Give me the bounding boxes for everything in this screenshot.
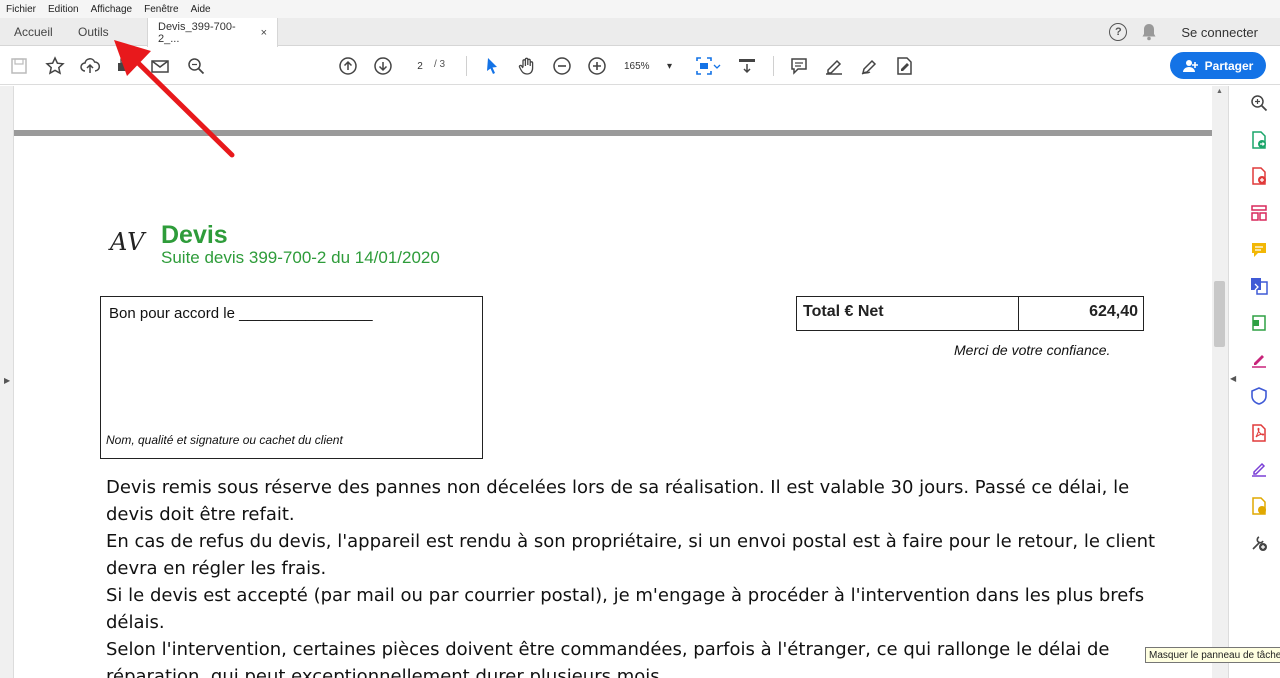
company-logo: AV [110,228,146,256]
cloud-upload-icon[interactable] [80,56,100,76]
scroll-up-icon[interactable]: ▲ [1216,88,1223,95]
select-cursor-icon[interactable] [482,56,502,76]
terms-text: Devis remis sous réserve des pannes non … [106,474,1166,678]
share-label: Partager [1204,58,1254,73]
menu-bar: Fichier Edition Affichage Fenêtre Aide [0,0,1280,18]
tab-document-label: Devis_399-700-2_... [158,20,236,45]
fit-page-icon[interactable] [694,56,722,76]
scroll-mode-icon[interactable] [737,56,757,76]
fill-sign-tool-icon[interactable] [1249,350,1269,370]
document-subtitle: Suite devis 399-700-2 du 14/01/2020 [161,248,440,267]
right-tools-panel: ◀ [1228,86,1280,678]
create-pdf-icon[interactable] [1249,166,1269,186]
organize-pages-icon[interactable] [1249,203,1269,223]
approval-label: Bon pour accord le ________________ [109,305,373,322]
tab-close-icon[interactable]: × [261,27,267,39]
toolbar: 2 / 3 165% ▾ Partager [0,47,1280,85]
zoom-select[interactable]: 165% ▾ [620,57,676,75]
terms-paragraph: En cas de refus du devis, l'appareil est… [106,531,1156,579]
page-separator [14,130,1212,136]
page-down-icon[interactable] [373,56,393,76]
comment-tool-icon[interactable] [1249,240,1269,260]
tooltip: Masquer le panneau de tâches [1145,647,1280,663]
combine-files-icon[interactable] [1249,276,1269,296]
page-total: / 3 [434,59,446,70]
zoom-in-icon[interactable] [587,56,607,76]
total-value: 624,40 [1089,303,1138,320]
highlight-pen-icon[interactable] [824,56,844,76]
email-icon[interactable] [150,56,170,76]
terms-paragraph: Selon l'intervention, certaines pièces d… [106,639,1110,678]
save-icon[interactable] [9,56,29,76]
tab-accueil[interactable]: Accueil [14,18,53,46]
tab-bar-right: ? Se connecter [1109,18,1280,46]
request-signature-icon[interactable] [1249,459,1269,479]
total-box: Total € Net 624,40 [796,296,1144,331]
terms-paragraph: Devis remis sous réserve des pannes non … [106,477,1130,525]
toolbar-divider-2 [773,56,774,76]
star-icon[interactable] [45,56,65,76]
page-up-icon[interactable] [338,56,358,76]
search-icon[interactable] [186,56,206,76]
menu-aide[interactable]: Aide [191,4,211,15]
tab-outils[interactable]: Outils [78,18,109,46]
zoom-value: 165% [624,60,650,72]
tab-bar: Accueil Outils Devis_399-700-2_... × ? S… [0,18,1280,47]
more-tools-icon[interactable] [1249,533,1269,553]
send-review-icon[interactable] [1249,496,1269,516]
hand-tool-icon[interactable] [517,56,537,76]
menu-fenetre[interactable]: Fenêtre [144,4,178,15]
acrobat-pdf-icon[interactable] [1249,423,1269,443]
bell-icon[interactable] [1141,23,1157,41]
terms-paragraph: Si le devis est accepté (par mail ou par… [106,585,1145,633]
draw-pencil-icon[interactable] [859,56,879,76]
fill-sign-icon[interactable] [894,56,914,76]
menu-edition[interactable]: Edition [48,4,79,15]
toolbar-divider [466,56,467,76]
thanks-text: Merci de votre confiance. [954,342,1111,358]
help-icon[interactable]: ? [1109,23,1128,41]
approval-box: Bon pour accord le ________________ Nom,… [100,296,483,459]
share-button[interactable]: Partager [1170,52,1266,79]
comment-icon[interactable] [789,56,809,76]
export-pdf-icon[interactable] [1249,130,1269,150]
zoom-out-icon[interactable] [552,56,572,76]
vertical-scrollbar[interactable]: ▲ [1212,86,1228,678]
approval-signature-hint: Nom, qualité et signature ou cachet du c… [106,433,343,447]
search-zoom-icon[interactable] [1249,93,1269,113]
protect-shield-icon[interactable] [1249,386,1269,406]
expand-left-icon[interactable]: ▶ [4,376,10,385]
scrollbar-thumb[interactable] [1214,281,1225,347]
chevron-down-icon: ▾ [666,60,672,72]
signin-link[interactable]: Se connecter [1181,25,1258,40]
tab-document[interactable]: Devis_399-700-2_... × [147,18,278,47]
menu-fichier[interactable]: Fichier [6,4,36,15]
collapse-right-icon[interactable]: ◀ [1230,374,1236,383]
document-title: Devis [161,221,228,249]
menu-affichage[interactable]: Affichage [91,4,133,15]
page-number-input[interactable]: 2 [407,57,433,75]
total-label: Total € Net [797,297,1019,330]
document-viewer: AV Devis Suite devis 399-700-2 du 14/01/… [14,86,1212,678]
compress-pdf-icon[interactable] [1249,313,1269,333]
print-icon[interactable] [115,56,135,76]
left-panel-collapsed[interactable]: ▶ [0,86,14,678]
